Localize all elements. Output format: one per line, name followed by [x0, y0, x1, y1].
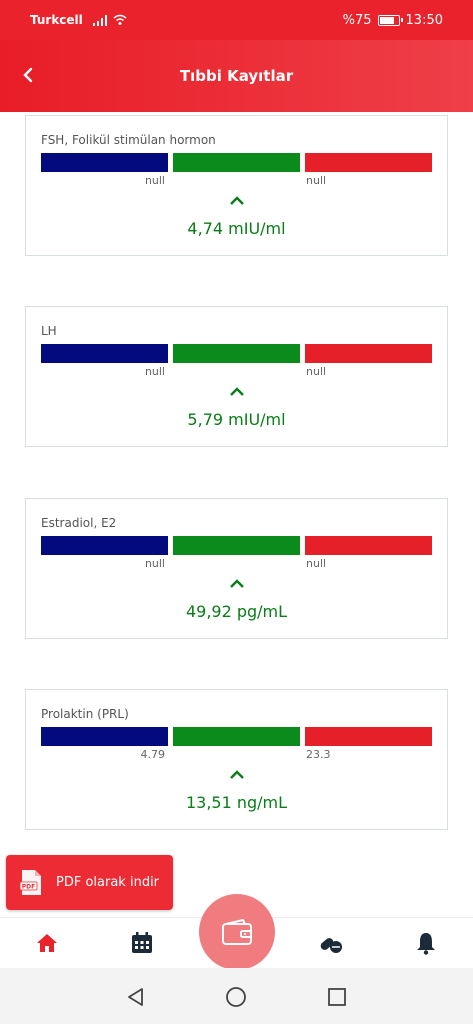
low-range-bar: [41, 344, 168, 363]
pdf-download-button[interactable]: PDF PDF olarak indir: [6, 855, 173, 910]
record-card: Estradiol, E2 null null 49,92 pg/mL: [25, 498, 448, 639]
clock: 13:50: [405, 12, 443, 28]
low-threshold: null: [144, 557, 165, 570]
pdf-file-icon: PDF: [20, 870, 41, 895]
normal-range-bar: [173, 727, 300, 746]
record-value: 13,51 ng/mL: [185, 793, 288, 812]
record-card: Prolaktin (PRL) 4.79 23.3 13,51 ng/mL: [25, 689, 448, 830]
wallet-button[interactable]: [199, 894, 275, 970]
low-threshold: 4.79: [140, 748, 166, 761]
wallet-icon: [222, 918, 252, 945]
high-threshold: null: [306, 174, 327, 187]
caret-up-icon: [230, 196, 244, 205]
bell-icon[interactable]: [413, 930, 439, 956]
high-range-bar: [305, 153, 432, 172]
low-range-bar: [41, 727, 168, 746]
back-triangle-icon[interactable]: [125, 986, 147, 1008]
record-card: LH null null 5,79 mIU/ml: [25, 306, 448, 447]
recents-square-icon[interactable]: [326, 986, 348, 1008]
record-name: Prolaktin (PRL): [41, 707, 129, 721]
high-threshold: 23.3: [306, 748, 331, 761]
caret-up-icon: [230, 770, 244, 779]
low-threshold: null: [144, 365, 165, 378]
caret-up-icon: [230, 579, 244, 588]
high-threshold: null: [306, 557, 327, 570]
calendar-icon[interactable]: [129, 930, 155, 956]
high-threshold: null: [306, 365, 327, 378]
battery-percent: %75: [342, 12, 372, 28]
chevron-left-icon[interactable]: [18, 64, 40, 86]
record-value: 4,74 mIU/ml: [187, 219, 286, 238]
record-name: Estradiol, E2: [41, 516, 117, 530]
high-range-bar: [305, 536, 432, 555]
low-range-bar: [41, 153, 168, 172]
caret-up-icon: [230, 387, 244, 396]
normal-range-bar: [173, 344, 300, 363]
record-name: LH: [41, 324, 57, 338]
wifi-icon: [113, 14, 127, 25]
high-range-bar: [305, 727, 432, 746]
low-range-bar: [41, 536, 168, 555]
svg-text:PDF: PDF: [22, 884, 35, 891]
normal-range-bar: [173, 536, 300, 555]
page-title: Tıbbi Kayıtlar: [179, 67, 294, 85]
pills-icon[interactable]: [318, 930, 344, 956]
system-nav-bar: [0, 968, 473, 1024]
normal-range-bar: [173, 153, 300, 172]
app-bar: Tıbbi Kayıtlar: [0, 40, 473, 112]
high-range-bar: [305, 344, 432, 363]
battery-icon: [377, 14, 403, 26]
home-icon[interactable]: [34, 930, 60, 956]
low-threshold: null: [144, 174, 165, 187]
home-circle-icon[interactable]: [225, 986, 247, 1008]
signal-icon: [92, 14, 107, 26]
pdf-button-label: PDF olarak indir: [56, 875, 160, 890]
record-value: 5,79 mIU/ml: [187, 410, 286, 429]
record-value: 49,92 pg/mL: [185, 602, 288, 621]
carrier-name: Turkcell: [30, 13, 83, 27]
record-card: FSH, Folikül stimülan hormon null null 4…: [25, 115, 448, 256]
status-bar: Turkcell %75 13:50: [0, 0, 473, 40]
record-name: FSH, Folikül stimülan hormon: [41, 133, 216, 147]
